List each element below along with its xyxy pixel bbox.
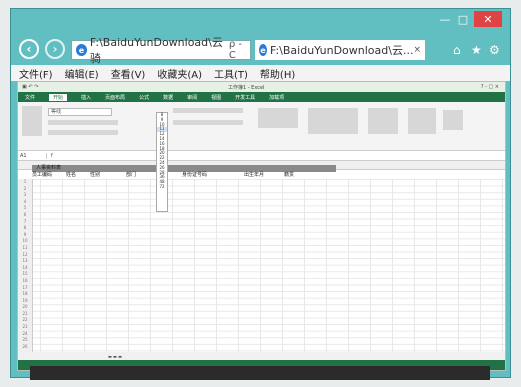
excel-title: 工作簿1 - Excel (228, 84, 265, 91)
header-cell[interactable]: 出生年月 (244, 172, 284, 179)
row-number[interactable]: 16 (18, 278, 32, 285)
excel-tab-insert[interactable]: 插入 (81, 94, 91, 101)
address-text: F:\BaiduYunDownload\云骑 (89, 36, 223, 65)
header-cell[interactable]: 身份证号码 (182, 172, 244, 179)
row-number[interactable]: 2 (18, 186, 32, 193)
row-number[interactable]: 23 (18, 324, 32, 331)
settings-gear-icon[interactable]: ⚙ (489, 43, 500, 57)
menu-help[interactable]: 帮助(H) (260, 66, 295, 81)
row-number[interactable]: 7 (18, 219, 32, 226)
address-tools[interactable]: ρ - C (229, 39, 250, 61)
favorites-star-icon[interactable]: ★ (471, 43, 482, 57)
browser-window: — □ ✕ ‹ › e F:\BaiduYunDownload\云骑 ρ - C… (10, 8, 511, 378)
excel-window-controls[interactable]: ? - □ × (481, 84, 499, 90)
row-number[interactable]: 1 (18, 179, 32, 186)
menu-favorites[interactable]: 收藏夹(A) (157, 66, 202, 81)
menu-tools[interactable]: 工具(T) (214, 66, 248, 81)
paste-icon[interactable] (22, 106, 42, 136)
excel-content: ▣ ↶ ↷ 工作簿1 - Excel ? - □ × 文件 开始 插入 页面布局… (17, 81, 506, 371)
tab-close-icon[interactable]: × (413, 45, 421, 55)
navigation-row: ‹ › e F:\BaiduYunDownload\云骑 ρ - C e F:\… (11, 35, 510, 65)
ie-icon: e (76, 44, 87, 56)
alignment-buttons[interactable] (173, 108, 243, 113)
row-number[interactable]: 12 (18, 252, 32, 259)
sheet-title-row: 人事资料表 (32, 165, 336, 172)
header-cell[interactable]: 性别 (90, 172, 126, 179)
excel-tab-formulas[interactable]: 公式 (139, 94, 149, 101)
excel-tab-developer[interactable]: 开发工具 (235, 94, 255, 101)
back-icon[interactable]: ‹ (19, 39, 39, 59)
formula-bar: A1 f (18, 151, 505, 161)
row-number[interactable]: 24 (18, 331, 32, 338)
browser-tab[interactable]: e F:\BaiduYunDownload\云... × (255, 40, 425, 60)
sheet-tab[interactable]: ▬ ▬ ▬ (108, 354, 122, 359)
menu-view[interactable]: 查看(V) (111, 66, 146, 81)
name-box[interactable]: A1 (18, 152, 47, 159)
row-number[interactable]: 19 (18, 298, 32, 305)
number-format-group[interactable] (258, 108, 298, 128)
excel-tab-addins[interactable]: 加载项 (269, 94, 284, 101)
row-number[interactable]: 21 (18, 311, 32, 318)
excel-tab-layout[interactable]: 页面布局 (105, 94, 125, 101)
minimize-button[interactable]: — (436, 11, 454, 27)
row-number[interactable]: 8 (18, 225, 32, 232)
forward-icon[interactable]: › (45, 39, 65, 59)
row-number[interactable]: 14 (18, 265, 32, 272)
font-format-buttons[interactable] (48, 120, 118, 125)
font-color-buttons[interactable] (48, 130, 118, 135)
row-number[interactable]: 9 (18, 232, 32, 239)
menu-file[interactable]: 文件(F) (19, 66, 53, 81)
excel-ribbon: 等线 (18, 102, 505, 151)
header-cell[interactable]: 籍贯 (284, 172, 308, 179)
row-number[interactable]: 18 (18, 291, 32, 298)
row-number[interactable]: 10 (18, 238, 32, 245)
row-number[interactable]: 25 (18, 337, 32, 344)
row-number[interactable]: 5 (18, 205, 32, 212)
title-bar: — □ ✕ (11, 9, 510, 35)
find-select-icon[interactable] (443, 110, 463, 130)
row-number[interactable]: 17 (18, 285, 32, 292)
row-number[interactable]: 4 (18, 199, 32, 206)
cells-group[interactable] (368, 108, 398, 134)
font-size-dropdown[interactable]: 8 9 10 11 12 14 16 18 20 22 24 26 28 36 48 72 (156, 112, 168, 212)
sheet-tab-bar: ▬ ▬ ▬ (18, 352, 505, 360)
menu-edit[interactable]: 编辑(E) (65, 66, 99, 81)
row-number[interactable]: 15 (18, 271, 32, 278)
taskbar (30, 366, 490, 380)
excel-tab-review[interactable]: 审阅 (187, 94, 197, 101)
row-number[interactable]: 22 (18, 317, 32, 324)
font-name-box[interactable]: 等线 (48, 108, 112, 116)
tab-ie-icon: e (259, 44, 267, 56)
tab-title: F:\BaiduYunDownload\云... (269, 44, 414, 57)
home-icon[interactable]: ⌂ (453, 43, 461, 57)
editing-group[interactable] (408, 108, 436, 134)
indent-buttons[interactable] (173, 120, 243, 125)
header-cell[interactable]: 姓名 (66, 172, 90, 179)
row-number[interactable]: 13 (18, 258, 32, 265)
header-row: 员工编码 姓名 性别 部门 身份证号码 出生年月 籍贯 (32, 172, 336, 179)
header-cell[interactable]: 员工编码 (32, 172, 66, 179)
fx-icon[interactable]: f (51, 153, 53, 159)
close-button[interactable]: ✕ (474, 11, 502, 27)
header-cell[interactable]: 部门 (126, 172, 182, 179)
excel-tab-file[interactable]: 文件 (25, 94, 35, 101)
maximize-button[interactable]: □ (454, 11, 472, 27)
font-size-option[interactable]: 72 (157, 184, 167, 190)
row-number[interactable]: 11 (18, 245, 32, 252)
excel-title-bar: ▣ ↶ ↷ 工作簿1 - Excel ? - □ × (18, 82, 505, 92)
row-numbers: 1 2 3 4 5 6 7 8 9 10 11 12 13 14 15 16 17 18 19 20 21 22 23 24 2… (18, 179, 33, 354)
row-number[interactable]: 20 (18, 304, 32, 311)
row-number[interactable]: 3 (18, 192, 32, 199)
excel-tab-home[interactable]: 开始 (49, 93, 68, 101)
row-number[interactable]: 6 (18, 212, 32, 219)
styles-group[interactable] (308, 108, 358, 134)
address-bar[interactable]: e F:\BaiduYunDownload\云骑 ρ - C (71, 36, 251, 65)
worksheet-grid[interactable] (18, 179, 505, 354)
row-number[interactable]: 26 (18, 344, 32, 351)
excel-save-icon[interactable]: ▣ ↶ ↷ (22, 84, 38, 90)
excel-ribbon-tabs: 文件 开始 插入 页面布局 公式 数据 审阅 视图 开发工具 加载项 (18, 92, 505, 102)
menu-bar: 文件(F) 编辑(E) 查看(V) 收藏夹(A) 工具(T) 帮助(H) (11, 65, 510, 81)
excel-tab-view[interactable]: 视图 (211, 94, 221, 101)
excel-tab-data[interactable]: 数据 (163, 94, 173, 101)
